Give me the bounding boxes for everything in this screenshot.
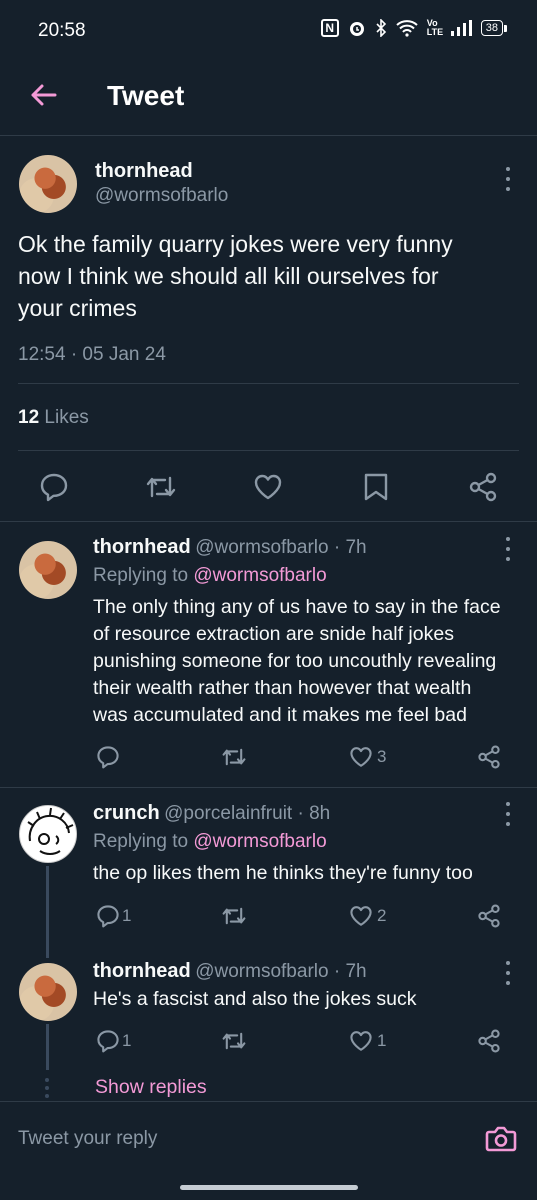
- avatar-drawing: [27, 807, 74, 855]
- reply-text: He's a fascist and also the jokes suck: [93, 986, 523, 1013]
- reply-header: thornhead @wormsofbarlo · 7h: [93, 536, 367, 559]
- divider: [0, 787, 537, 788]
- reply-count: 1: [122, 906, 132, 925]
- author-handle[interactable]: @wormsofbarlo: [95, 185, 228, 207]
- nfc-icon: N: [320, 19, 339, 37]
- avatar[interactable]: [19, 541, 77, 599]
- thread-line: [46, 866, 49, 958]
- author-name[interactable]: thornhead: [93, 536, 191, 558]
- reply-text-line: of resource extraction are snide half jo…: [93, 623, 454, 645]
- reply-header: thornhead @wormsofbarlo · 7h: [93, 960, 367, 983]
- show-replies-link[interactable]: Show replies: [95, 1076, 207, 1099]
- likes-label: Likes: [44, 407, 89, 428]
- reply-text: The only thing any of us have to say in …: [93, 594, 523, 729]
- retweet-icon[interactable]: [221, 904, 247, 928]
- heart-icon: [350, 1031, 372, 1051]
- alarm-icon: [349, 22, 364, 36]
- retweet-icon[interactable]: [221, 1029, 247, 1053]
- share-icon[interactable]: [477, 745, 501, 769]
- like-count: 3: [377, 747, 387, 766]
- replying-prefix: Replying to: [93, 565, 189, 586]
- retweet-icon[interactable]: [145, 472, 177, 502]
- share-icon[interactable]: [477, 904, 501, 928]
- avatar[interactable]: [19, 963, 77, 1021]
- share-icon[interactable]: [477, 1029, 501, 1053]
- camera-icon[interactable]: [485, 1124, 517, 1154]
- signal-icon: [450, 20, 472, 36]
- like-count: 1: [377, 1031, 387, 1050]
- author-handle[interactable]: @wormsofbarlo · 7h: [195, 537, 366, 558]
- reply-text-line: the op likes them he thinks they're funn…: [93, 862, 473, 884]
- more-options-icon[interactable]: [505, 961, 511, 985]
- author-handle[interactable]: @porcelainfruit · 8h: [164, 803, 330, 824]
- avatar[interactable]: [19, 155, 77, 213]
- reply-input[interactable]: Tweet your reply: [18, 1128, 157, 1150]
- heart-icon: [350, 747, 372, 767]
- tweet-text-line: Ok the family quarry jokes were very fun…: [18, 231, 453, 257]
- reply-text-line: was accumulated and it makes me feel bad: [93, 704, 467, 726]
- retweet-icon[interactable]: [221, 745, 247, 769]
- wifi-icon: [396, 20, 418, 37]
- thread-dots: [45, 1078, 49, 1098]
- replying-to: Replying to @wormsofbarlo: [93, 831, 327, 853]
- reply-text-line: their wealth rather than however that we…: [93, 677, 472, 699]
- status-icons: N Vo LTE 38: [320, 18, 507, 37]
- battery-icon: 38: [480, 20, 507, 36]
- likes-count: 12: [18, 407, 40, 428]
- author-handle[interactable]: @wormsofbarlo · 7h: [195, 961, 366, 982]
- divider: [0, 521, 537, 522]
- author-name[interactable]: thornhead: [95, 160, 193, 183]
- tweet-text-line: your crimes: [18, 295, 137, 321]
- page-title: Tweet: [107, 80, 185, 111]
- like-button[interactable]: 3: [349, 745, 386, 769]
- more-options-icon[interactable]: [505, 167, 511, 191]
- replying-to: Replying to @wormsofbarlo: [93, 565, 327, 587]
- like-button[interactable]: 1: [349, 1029, 386, 1053]
- replying-to-link[interactable]: @wormsofbarlo: [193, 831, 326, 852]
- reply-icon[interactable]: [39, 472, 69, 502]
- more-options-icon[interactable]: [505, 537, 511, 561]
- avatar[interactable]: [19, 805, 77, 863]
- status-time: 20:58: [38, 20, 86, 41]
- thread-line: [46, 1024, 49, 1070]
- heart-icon: [350, 906, 372, 926]
- author-name[interactable]: crunch: [93, 802, 160, 824]
- reply-button[interactable]: 1: [96, 1029, 131, 1053]
- home-indicator[interactable]: [180, 1185, 358, 1190]
- composer-divider: [0, 1101, 537, 1102]
- header-divider: [0, 135, 537, 136]
- reply-text-line: The only thing any of us have to say in …: [93, 596, 501, 618]
- tweet-timestamp: 12:54 · 05 Jan 24: [18, 344, 166, 365]
- reply-icon: [97, 905, 119, 928]
- like-count: 2: [377, 906, 387, 925]
- divider: [18, 450, 519, 451]
- tweet-text: Ok the family quarry jokes were very fun…: [18, 228, 518, 324]
- reply-button[interactable]: 1: [96, 904, 131, 928]
- reply-text-line: He's a fascist and also the jokes suck: [93, 988, 417, 1010]
- heart-icon[interactable]: [253, 472, 283, 502]
- reply-icon: [97, 1030, 119, 1053]
- reply-text-line: punishing someone for too uncouthly reve…: [93, 650, 497, 672]
- bluetooth-icon: [376, 19, 386, 37]
- like-button[interactable]: 2: [349, 904, 386, 928]
- bookmark-icon[interactable]: [362, 472, 390, 502]
- replying-to-link[interactable]: @wormsofbarlo: [193, 565, 326, 586]
- likes-summary[interactable]: 12 Likes: [18, 407, 89, 429]
- author-name[interactable]: thornhead: [93, 960, 191, 982]
- reply-icon[interactable]: [96, 745, 120, 769]
- back-arrow-icon[interactable]: [28, 80, 58, 110]
- divider: [18, 383, 519, 384]
- share-icon[interactable]: [468, 472, 498, 502]
- reply-count: 1: [122, 1031, 132, 1050]
- reply-text: the op likes them he thinks they're funn…: [93, 860, 523, 887]
- replying-prefix: Replying to: [93, 831, 189, 852]
- battery-level: 38: [480, 20, 503, 36]
- lte-label: Vo LTE: [426, 18, 444, 37]
- reply-header: crunch @porcelainfruit · 8h: [93, 802, 330, 825]
- more-options-icon[interactable]: [505, 802, 511, 826]
- tweet-text-line: now I think we should all kill ourselves…: [18, 263, 439, 289]
